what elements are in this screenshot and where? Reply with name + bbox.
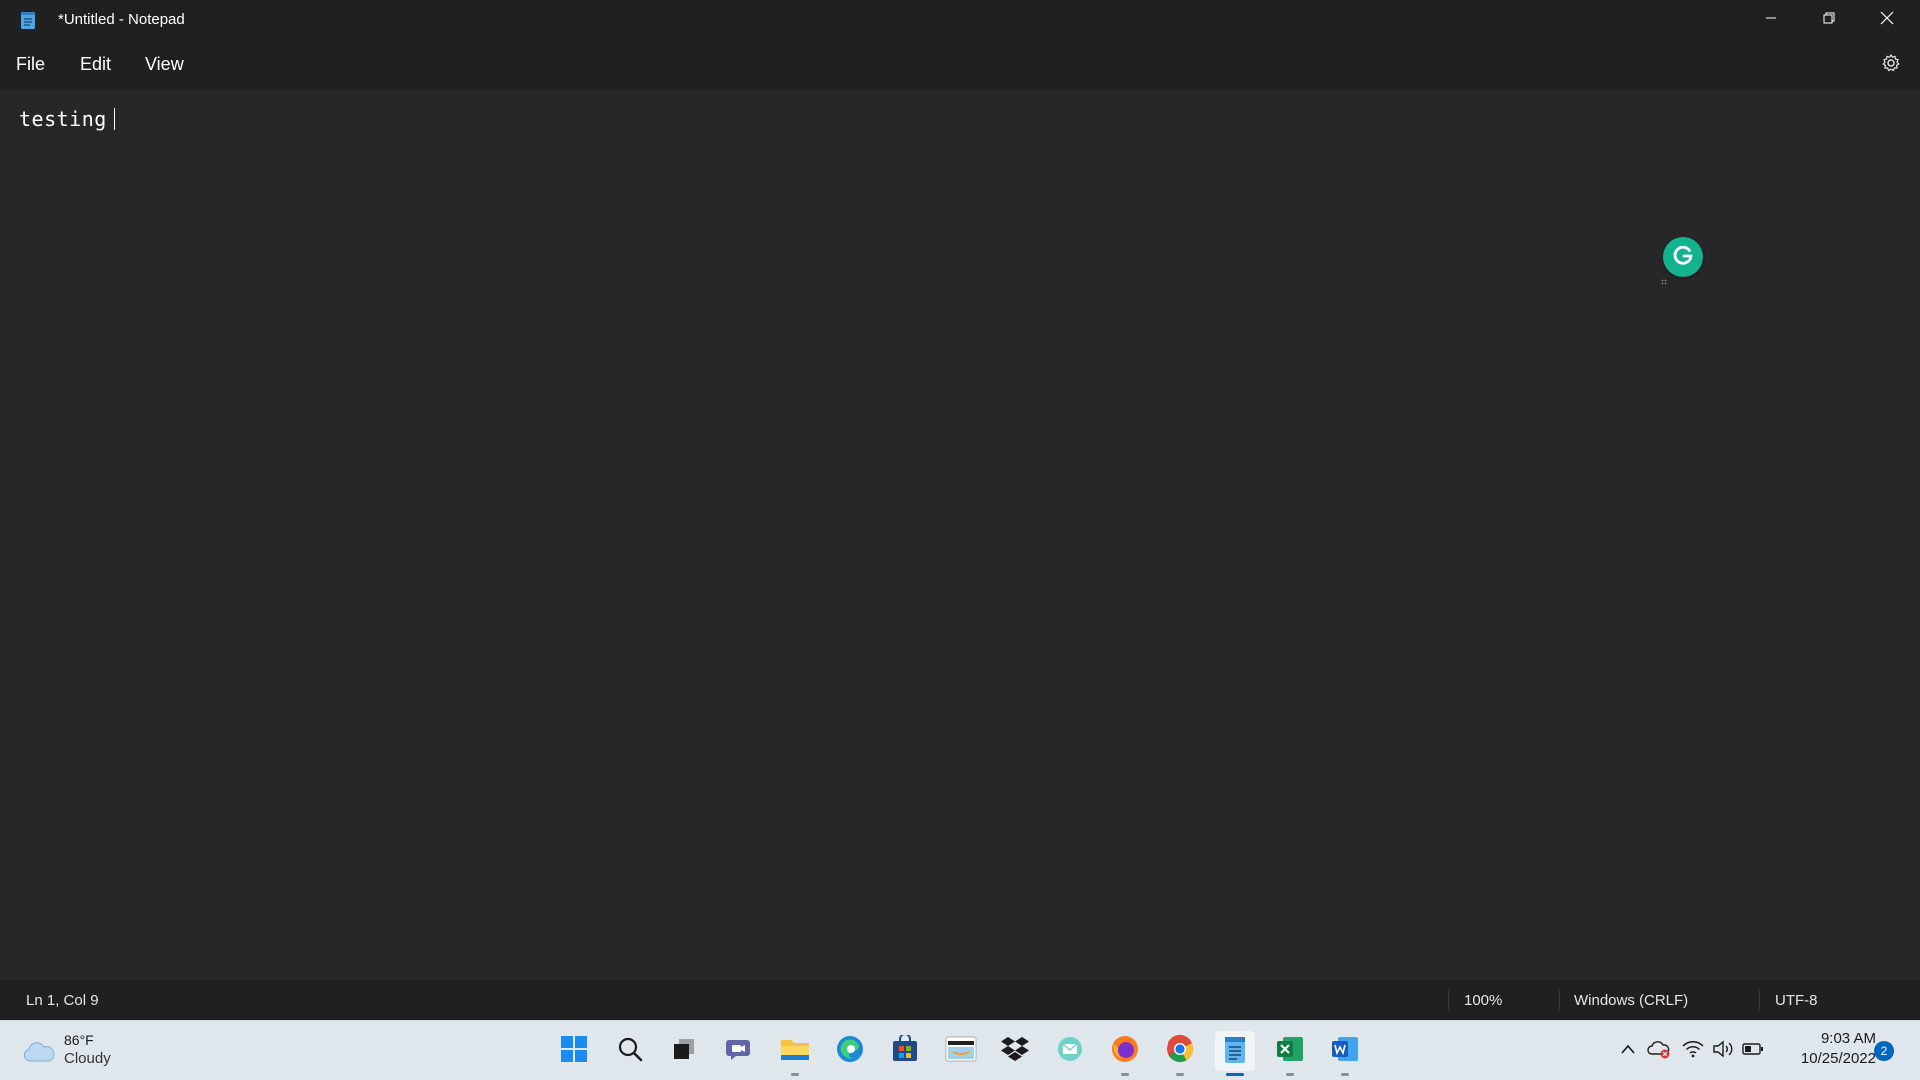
- notepad-icon: [20, 10, 36, 30]
- running-indicator: [791, 1073, 799, 1076]
- window-title: *Untitled - Notepad: [58, 11, 185, 28]
- running-indicator: [1341, 1073, 1349, 1076]
- word-icon: [1330, 1034, 1360, 1069]
- settings-button[interactable]: [1878, 52, 1904, 78]
- line-ending: Windows (CRLF): [1574, 992, 1689, 1009]
- chrome-button[interactable]: [1160, 1031, 1200, 1071]
- weather-temperature: 86°F: [64, 1032, 94, 1048]
- notepad-taskbar-button[interactable]: [1215, 1031, 1255, 1071]
- restore-button[interactable]: [1800, 0, 1858, 40]
- teams-chat-icon: [725, 1035, 753, 1068]
- dropbox-icon: [1000, 1035, 1030, 1068]
- volume-icon: [1712, 1040, 1734, 1063]
- menu-view[interactable]: View: [143, 54, 186, 75]
- battery-icon: [1742, 1042, 1764, 1061]
- firefox-button[interactable]: [1105, 1031, 1145, 1071]
- mail-button[interactable]: [1050, 1031, 1090, 1071]
- word-button[interactable]: [1325, 1031, 1365, 1071]
- text-editor[interactable]: testing: [0, 90, 1920, 980]
- editor-content[interactable]: testing: [19, 107, 107, 131]
- chevron-up-icon: [1620, 1042, 1636, 1060]
- weather-condition: Cloudy: [64, 1050, 111, 1067]
- notepad-icon: [1223, 1034, 1247, 1069]
- firefox-icon: [1110, 1034, 1140, 1069]
- notification-badge[interactable]: 2: [1874, 1041, 1894, 1061]
- amazon-button[interactable]: [941, 1031, 981, 1071]
- close-icon: [1880, 11, 1894, 30]
- excel-button[interactable]: [1270, 1031, 1310, 1071]
- wifi-status[interactable]: [1681, 1039, 1705, 1063]
- menu-edit[interactable]: Edit: [78, 54, 113, 75]
- onedrive-status[interactable]: [1647, 1039, 1671, 1063]
- store-icon: [891, 1032, 919, 1068]
- amazon-icon: [945, 1035, 977, 1068]
- grammarly-button[interactable]: [1663, 237, 1703, 277]
- weather-widget[interactable]: 86°F Cloudy: [20, 1029, 130, 1073]
- cursor-position: Ln 1, Col 9: [26, 992, 99, 1009]
- active-indicator: [1226, 1073, 1244, 1076]
- menu-file[interactable]: File: [14, 54, 47, 75]
- task-view-icon: [671, 1036, 697, 1067]
- clock-date: 10/25/2022: [1800, 1050, 1876, 1067]
- mail-icon: [1056, 1035, 1084, 1068]
- excel-icon: [1275, 1034, 1305, 1069]
- wifi-icon: [1682, 1040, 1704, 1063]
- volume-status[interactable]: [1711, 1039, 1735, 1063]
- minimize-button[interactable]: [1742, 0, 1800, 40]
- close-button[interactable]: [1858, 0, 1916, 40]
- store-button[interactable]: [885, 1031, 925, 1071]
- windows-start-icon: [560, 1035, 588, 1068]
- drag-handle-icon[interactable]: [1661, 272, 1669, 285]
- dropbox-button[interactable]: [995, 1031, 1035, 1071]
- cloud-icon: [22, 1041, 56, 1068]
- minimize-icon: [1765, 11, 1777, 29]
- battery-status[interactable]: [1741, 1039, 1765, 1063]
- onedrive-error-icon: [1647, 1039, 1671, 1064]
- menu-bar: File Edit View: [0, 40, 1920, 90]
- running-indicator: [1286, 1073, 1294, 1076]
- encoding: UTF-8: [1775, 992, 1818, 1009]
- gear-icon: [1881, 53, 1901, 78]
- grammarly-icon: [1670, 242, 1696, 273]
- status-divider: [1559, 990, 1560, 1010]
- task-view-button[interactable]: [664, 1031, 704, 1071]
- teams-chat-button[interactable]: [719, 1031, 759, 1071]
- running-indicator: [1176, 1073, 1184, 1076]
- status-divider: [1759, 990, 1760, 1010]
- edge-button[interactable]: [830, 1031, 870, 1071]
- folder-icon: [780, 1036, 810, 1067]
- search-icon: [617, 1036, 643, 1067]
- start-button[interactable]: [554, 1031, 594, 1071]
- restore-icon: [1823, 11, 1835, 29]
- search-button[interactable]: [610, 1031, 650, 1071]
- edge-icon: [835, 1034, 865, 1069]
- chrome-icon: [1165, 1034, 1195, 1069]
- status-bar: Ln 1, Col 9 100% Windows (CRLF) UTF-8: [0, 980, 1920, 1020]
- clock[interactable]: 9:03 AM 10/25/2022: [1776, 1029, 1876, 1069]
- text-caret: [114, 108, 115, 130]
- zoom-level: 100%: [1464, 992, 1503, 1009]
- clock-time: 9:03 AM: [1820, 1030, 1876, 1047]
- status-divider: [1448, 990, 1449, 1010]
- file-explorer-button[interactable]: [775, 1031, 815, 1071]
- taskbar: 86°F Cloudy 9:03 AM 10/25/2022 2: [0, 1020, 1920, 1080]
- title-bar[interactable]: *Untitled - Notepad: [0, 0, 1920, 40]
- running-indicator: [1121, 1073, 1129, 1076]
- show-hidden-icons-button[interactable]: [1616, 1039, 1640, 1063]
